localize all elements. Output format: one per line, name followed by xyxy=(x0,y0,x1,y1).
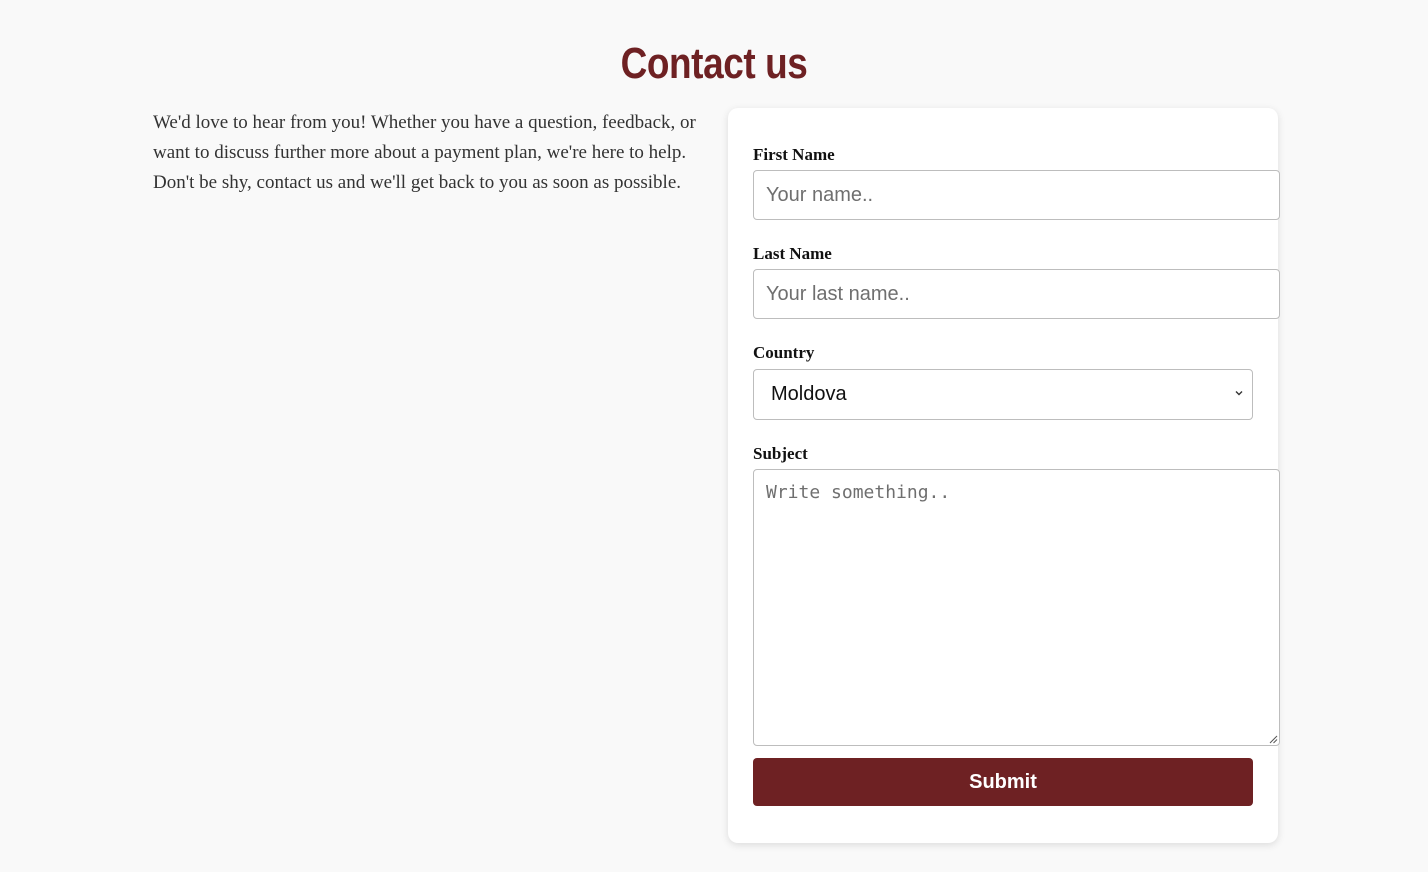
chevron-down-icon xyxy=(1235,391,1243,396)
intro-text: We'd love to hear from you! Whether you … xyxy=(153,112,696,193)
country-select[interactable]: Moldova xyxy=(753,369,1253,420)
country-label: Country xyxy=(753,343,815,362)
subject-label: Subject xyxy=(753,444,808,463)
first-name-label: First Name xyxy=(753,145,835,164)
submit-button[interactable]: Submit xyxy=(753,758,1253,806)
first-name-input[interactable] xyxy=(753,170,1280,220)
resize-handle-icon[interactable] xyxy=(1268,734,1278,744)
subject-textarea[interactable] xyxy=(753,469,1280,746)
page-title: Contact us xyxy=(620,39,808,88)
last-name-input[interactable] xyxy=(753,269,1280,319)
last-name-label: Last Name xyxy=(753,244,832,263)
country-selected-value: Moldova xyxy=(771,383,847,405)
